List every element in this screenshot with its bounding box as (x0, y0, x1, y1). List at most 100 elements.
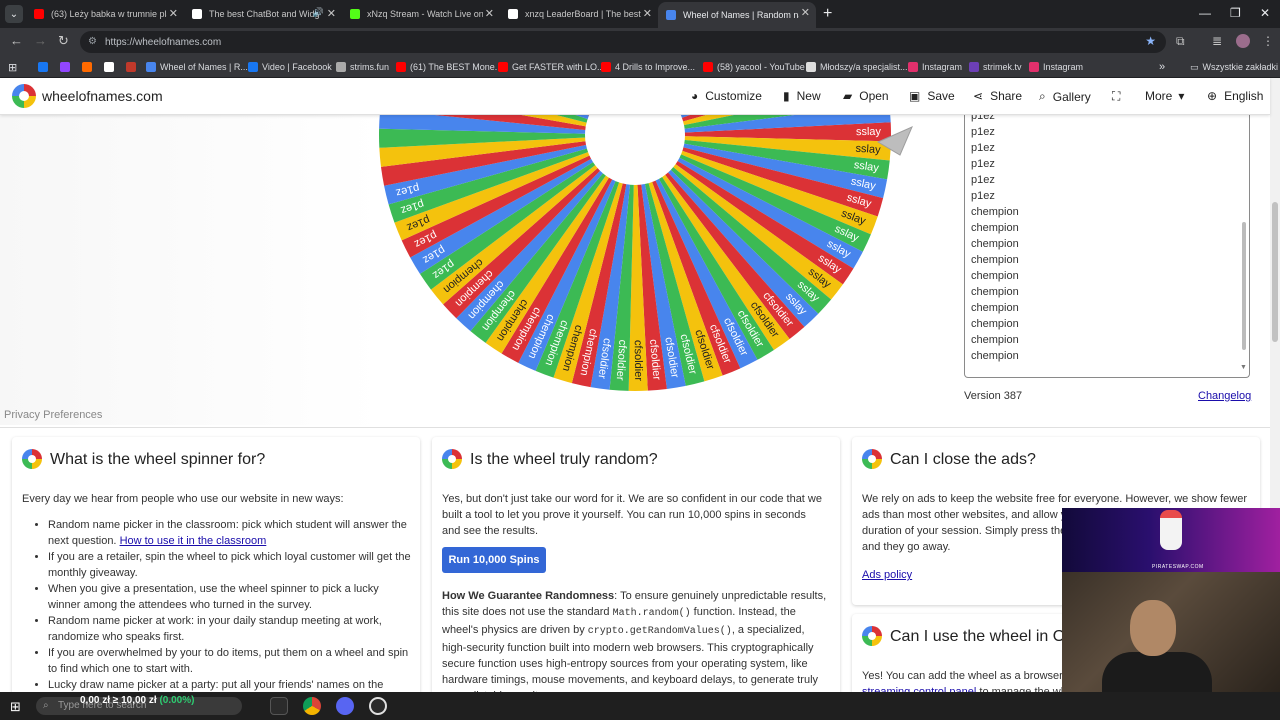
browser-tab[interactable]: Wheel of Names | Random nam ✕ (658, 2, 816, 28)
chatbot-icon (508, 9, 518, 19)
browser-tab[interactable]: xnzq LeaderBoard | The best Ch ✕ (500, 3, 658, 25)
menu-item-english[interactable]: ⊕ English (1207, 89, 1263, 103)
page-scroll-thumb[interactable] (1272, 202, 1278, 342)
bookmark-item[interactable] (104, 60, 118, 74)
menu-item-customize[interactable]: ◕ Customize (691, 89, 762, 103)
close-tab-icon[interactable]: ✕ (169, 7, 178, 20)
entry-line[interactable]: p1ez (971, 158, 995, 170)
reload-icon[interactable]: ↻ (58, 33, 69, 49)
terminal-app-icon[interactable] (270, 697, 288, 715)
entry-line[interactable]: chempion (971, 350, 1019, 362)
bookmark-item[interactable] (38, 60, 52, 74)
bookmark-star-icon[interactable]: ★ (1145, 34, 1156, 48)
card-truly-random: Is the wheel truly random? Yes, but don'… (432, 437, 840, 697)
entry-line[interactable]: p1ez (971, 174, 995, 186)
close-tab-icon[interactable]: ✕ (485, 7, 494, 20)
entry-line[interactable]: chempion (971, 318, 1019, 330)
tab-search-chevron-icon[interactable]: ⌄ (5, 5, 23, 23)
search-icon: ⌕ (43, 700, 49, 711)
bookmark-item[interactable]: Wheel of Names | R... (146, 60, 248, 74)
entry-line[interactable]: p1ez (971, 126, 995, 138)
menu-item-new[interactable]: ▮ New (783, 89, 821, 103)
wheel-canvas[interactable]: sslaysslaysslaysslaysslaysslaysslaysslay… (300, 115, 955, 425)
more-bookmarks-chevron-icon[interactable]: » (1159, 60, 1165, 74)
entry-line[interactable]: chempion (971, 286, 1019, 298)
site-name[interactable]: wheelofnames.com (42, 88, 163, 104)
obs-app-icon[interactable] (369, 697, 387, 715)
bookmark-item[interactable]: Młodszy/a specjalist... (806, 60, 908, 74)
bookmark-item[interactable]: Instagram (1029, 60, 1083, 74)
menu-label: Share (990, 89, 1023, 103)
windows-start-icon[interactable]: ⊞ (10, 699, 21, 715)
menu-item-open[interactable]: ▰ Open (843, 89, 889, 103)
discord-app-icon[interactable] (336, 697, 354, 715)
media-controls-icon[interactable]: ≣ (1212, 34, 1222, 48)
bookmark-item[interactable] (60, 60, 74, 74)
ads-policy-link[interactable]: Ads policy (862, 567, 912, 583)
bookmark-item[interactable]: (61) The BEST Mone... (396, 60, 502, 74)
address-bar[interactable]: ⚙ https://wheelofnames.com ★ (80, 31, 1166, 53)
entry-line[interactable]: chempion (971, 270, 1019, 282)
ad-label: PIRATESWAP.COM (1152, 564, 1204, 570)
bookmark-icon (126, 62, 136, 72)
menu-item-gallery[interactable]: ⌕ Gallery (1039, 89, 1091, 104)
menu-item-more[interactable]: More ▾ (1145, 89, 1191, 103)
close-tab-icon[interactable]: ✕ (801, 6, 810, 19)
bookmark-item[interactable]: 4 Drills to Improve... (601, 60, 695, 74)
entry-line[interactable]: chempion (971, 206, 1019, 218)
bookmark-item[interactable]: Video | Facebook (248, 60, 332, 74)
wheel-logo-icon (862, 449, 882, 469)
back-arrow-icon[interactable]: ← (10, 33, 23, 48)
entry-line[interactable]: chempion (971, 238, 1019, 250)
new-tab-plus-icon[interactable]: + (823, 5, 832, 23)
wheelofnames-logo[interactable] (12, 84, 36, 108)
close-tab-icon[interactable]: ✕ (327, 7, 336, 20)
chrome-app-icon[interactable] (303, 697, 321, 715)
menu-item-share[interactable]: ⋖ Share (973, 89, 1022, 103)
bookmark-item[interactable]: (58) yacool - YouTube (703, 60, 805, 74)
menu-item-save[interactable]: ▣ Save (909, 89, 955, 103)
menu-label: Customize (705, 89, 762, 103)
scroll-down-arrow-icon[interactable]: ▼ (1240, 364, 1247, 371)
entries-scroll-thumb[interactable] (1242, 222, 1246, 350)
entry-line[interactable]: p1ez (971, 190, 995, 202)
entry-line[interactable]: chempion (971, 302, 1019, 314)
browser-menu-icon[interactable]: ⋮ (1262, 34, 1274, 48)
close-window-icon[interactable]: ✕ (1260, 6, 1270, 20)
extensions-icon[interactable]: ⧉ (1176, 34, 1185, 49)
browser-tab[interactable]: The best ChatBot and Widg 🔊 ✕ (184, 3, 342, 25)
entries-textbox[interactable]: p1ez p1ez p1ez p1ez p1ez p1ez chempion chempion… (964, 112, 1250, 378)
menu-item-fullscreen[interactable]: ⛶ (1112, 89, 1127, 104)
wheel-icon (666, 10, 676, 20)
bookmark-item[interactable]: strimek.tv (969, 60, 1022, 74)
forward-arrow-icon[interactable]: → (34, 33, 47, 48)
speaker-icon[interactable]: 🔊 (313, 7, 324, 18)
all-bookmarks[interactable]: ▭ Wszystkie zakładki (1190, 60, 1278, 74)
privacy-preferences-link[interactable]: Privacy Preferences (4, 409, 102, 421)
changelog-link[interactable]: Changelog (1198, 390, 1251, 402)
bookmark-item[interactable]: strims.fun (336, 60, 389, 74)
browser-tab[interactable]: xNzq Stream - Watch Live on K ✕ (342, 3, 500, 25)
entries-scrollbar[interactable]: ▼ (1239, 112, 1249, 376)
run-10000-spins-button[interactable]: Run 10,000 Spins (442, 547, 546, 573)
profile-avatar[interactable] (1236, 34, 1250, 48)
entry-line[interactable]: chempion (971, 222, 1019, 234)
bookmark-item[interactable] (82, 60, 96, 74)
bookmark-item[interactable]: Get FASTER with LO... (498, 60, 605, 74)
entry-line[interactable]: chempion (971, 254, 1019, 266)
bookmark-item[interactable] (126, 60, 140, 74)
youtube-icon (34, 9, 44, 19)
entry-line[interactable]: chempion (971, 334, 1019, 346)
minimize-icon[interactable]: — (1199, 6, 1211, 20)
bookmark-item[interactable]: Instagram (908, 60, 962, 74)
apps-grid-icon[interactable]: ⊞ (8, 60, 17, 74)
browser-tab[interactable]: (63) Leży babka w trumnie placi ✕ (26, 3, 184, 25)
site-info-icon[interactable]: ⚙ (88, 36, 97, 47)
bookmark-label: (58) yacool - YouTube (717, 62, 805, 72)
wheel-logo-icon (442, 449, 462, 469)
entry-line[interactable]: p1ez (971, 142, 995, 154)
restore-icon[interactable]: ❐ (1230, 6, 1241, 20)
close-tab-icon[interactable]: ✕ (643, 7, 652, 20)
classroom-link[interactable]: How to use it in the classroom (120, 535, 267, 547)
bookmark-icon (806, 62, 816, 72)
